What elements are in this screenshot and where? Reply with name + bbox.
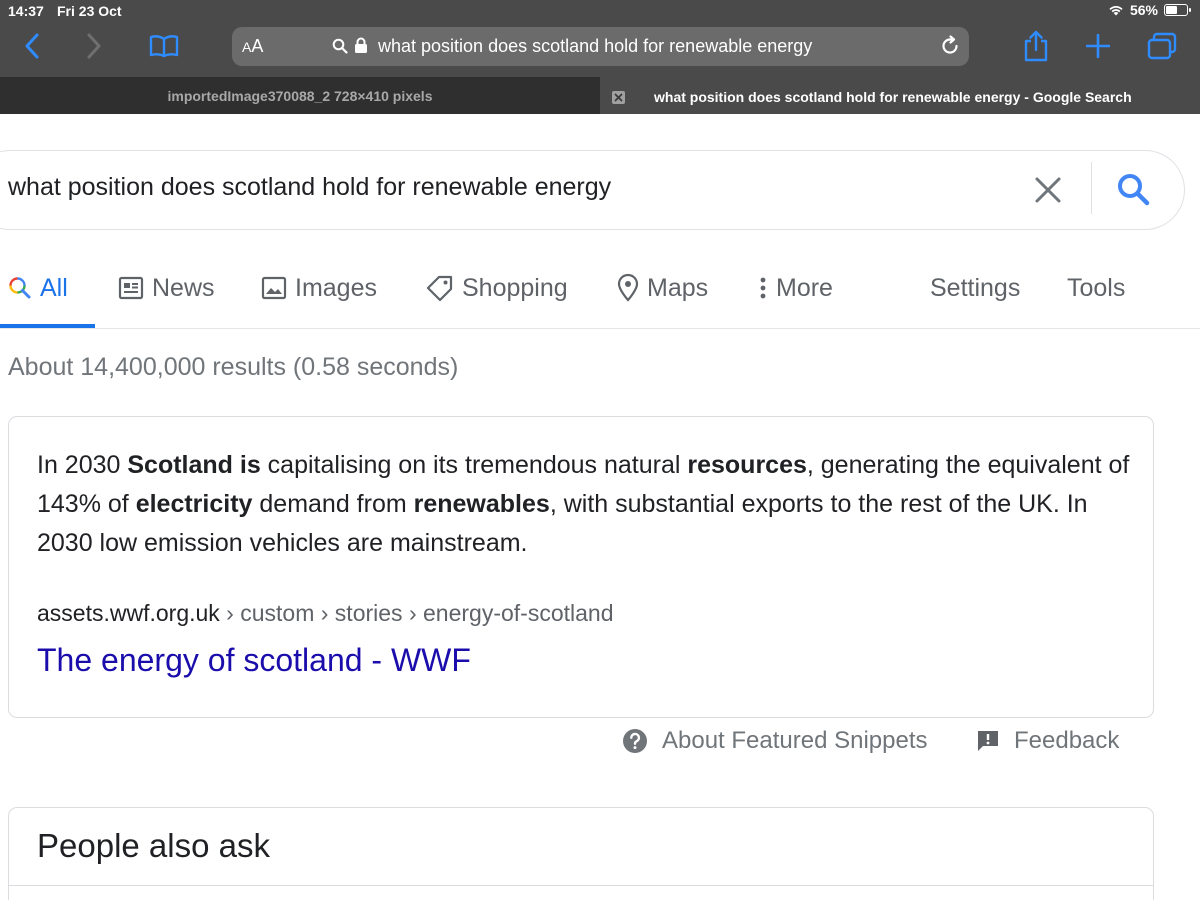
share-button[interactable] xyxy=(1020,28,1052,64)
tools-link[interactable]: Tools xyxy=(1067,270,1125,306)
clear-search-button[interactable] xyxy=(1030,172,1066,208)
settings-link[interactable]: Settings xyxy=(930,270,1020,306)
feedback-label: Feedback xyxy=(1014,727,1120,754)
plus-icon xyxy=(1086,34,1110,58)
tab-maps[interactable]: Maps xyxy=(617,270,708,306)
tabs-overview-button[interactable] xyxy=(1145,28,1179,64)
wifi-icon xyxy=(1109,6,1123,16)
snippet-bold-text: resources xyxy=(687,451,807,479)
map-pin-icon xyxy=(617,274,639,302)
tab-all-label: All xyxy=(40,273,68,302)
tab-more-label: More xyxy=(776,273,833,302)
url-text: what position does scotland hold for ren… xyxy=(378,36,813,56)
snippet-text: capitalising on its tremendous natural xyxy=(260,451,688,479)
status-indicators: 56% xyxy=(1108,2,1191,18)
result-title-link[interactable]: The energy of scotland - WWF xyxy=(37,642,471,679)
search-input[interactable]: what position does scotland hold for ren… xyxy=(8,173,611,202)
book-icon xyxy=(149,35,179,58)
snippet-bold-text: electricity xyxy=(135,490,253,518)
more-vertical-icon xyxy=(760,277,766,299)
tab-imported-image[interactable]: importedImage370088_2 728×410 pixels xyxy=(0,77,600,114)
search-icon xyxy=(1118,174,1150,206)
close-tab-icon[interactable] xyxy=(612,91,625,104)
image-icon xyxy=(261,276,287,300)
help-icon xyxy=(623,729,647,753)
newspaper-icon xyxy=(118,276,144,300)
tab-news[interactable]: News xyxy=(118,270,215,306)
snippet-text: In 2030 xyxy=(37,451,128,479)
new-tab-button[interactable] xyxy=(1082,28,1114,64)
tab-label: what position does scotland hold for ren… xyxy=(654,89,1132,105)
battery-percent: 56% xyxy=(1129,2,1158,18)
feedback-icon xyxy=(978,731,998,751)
tab-images[interactable]: Images xyxy=(261,270,377,306)
tag-icon xyxy=(426,275,453,301)
browser-toolbar: 14:37 Fri 23 Oct 56% AA what position do… xyxy=(0,0,1200,77)
back-button[interactable] xyxy=(18,28,46,64)
result-domain: assets.wwf.org.uk xyxy=(37,600,220,626)
status-date: Fri 23 Oct xyxy=(57,3,122,19)
result-path: › custom › stories › energy-of-scotland xyxy=(219,600,614,626)
search-icon xyxy=(332,38,348,54)
tabs-divider xyxy=(0,328,1200,329)
about-featured-snippets-link[interactable]: About Featured Snippets xyxy=(622,727,928,755)
snippet-bold-text: renewables xyxy=(413,490,550,518)
snippet-bold-text: Scotland is xyxy=(127,451,261,479)
result-stats: About 14,400,000 results (0.58 seconds) xyxy=(8,353,459,381)
tab-maps-label: Maps xyxy=(647,273,709,302)
featured-snippet-text: In 2030 Scotland is capitalising on its … xyxy=(37,446,1137,563)
result-breadcrumb: assets.wwf.org.uk › custom › stories › e… xyxy=(37,600,613,627)
lock-icon xyxy=(355,37,367,53)
search-divider xyxy=(1091,162,1092,214)
battery-icon xyxy=(1164,4,1191,16)
people-also-ask-heading: People also ask xyxy=(37,827,270,864)
share-icon xyxy=(1024,30,1048,62)
tabs-icon xyxy=(1147,32,1177,60)
tab-news-label: News xyxy=(152,273,215,302)
tab-all[interactable]: All xyxy=(8,270,68,306)
tab-shopping[interactable]: Shopping xyxy=(426,270,568,306)
tools-label: Tools xyxy=(1067,273,1126,302)
search-button[interactable] xyxy=(1114,170,1154,210)
reload-icon xyxy=(942,35,958,54)
forward-button[interactable] xyxy=(80,28,108,64)
tab-images-label: Images xyxy=(295,273,377,302)
people-also-ask-divider xyxy=(8,885,1154,886)
reload-button[interactable] xyxy=(939,35,961,62)
feedback-link[interactable]: Feedback xyxy=(976,727,1119,755)
chevron-right-icon xyxy=(87,33,101,59)
status-time: 14:37 xyxy=(8,3,44,19)
address-bar[interactable]: AA what position does scotland hold for … xyxy=(232,27,969,66)
close-icon xyxy=(1035,177,1061,203)
about-featured-snippets-label: About Featured Snippets xyxy=(662,727,928,754)
text-size-button[interactable]: AA xyxy=(242,36,263,57)
settings-label: Settings xyxy=(930,273,1021,302)
snippet-text: demand from xyxy=(252,490,414,518)
tab-shopping-label: Shopping xyxy=(462,273,568,302)
bookmarks-button[interactable] xyxy=(146,28,182,64)
tab-label: importedImage370088_2 728×410 pixels xyxy=(167,87,433,104)
multicolor-search-icon xyxy=(9,277,31,299)
chevron-left-icon xyxy=(25,33,39,59)
tab-more[interactable]: More xyxy=(758,270,833,306)
